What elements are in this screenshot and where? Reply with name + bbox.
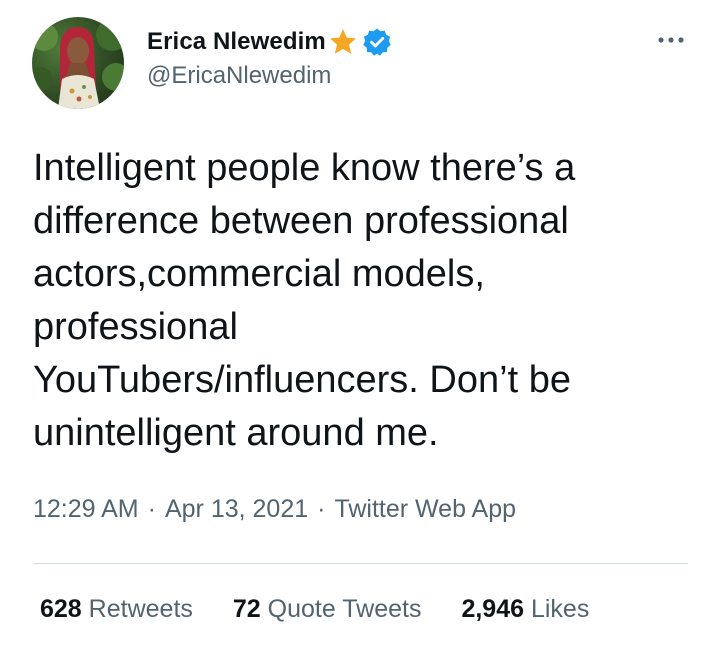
quote-tweets-label: Quote Tweets [267,595,422,623]
quote-tweets-count: 72 [232,595,268,623]
meta-separator: · [317,495,326,523]
author-name-row[interactable]: Erica Nlewedim [147,27,392,57]
tweet-text: Intelligent people know there’s a differ… [33,147,576,454]
star-emoji-icon [329,29,356,54]
likes-stat[interactable]: 2,946 Likes [461,595,589,624]
display-name[interactable]: Erica Nlewedim [147,28,326,56]
retweets-label: Retweets [88,595,193,623]
meta-separator: · [147,495,156,523]
tweet-source[interactable]: Twitter Web App [334,495,516,524]
tweet-card: Erica Nlewedim @EricaNlewedim Intelligen… [0,0,720,651]
quote-tweets-stat[interactable]: 72 Quote Tweets [233,595,422,624]
more-options-icon[interactable] [656,30,686,50]
retweets-count: 628 [40,595,89,623]
likes-label: Likes [530,595,590,623]
tweet-time[interactable]: 12:29 AM [33,495,139,524]
divider [33,563,688,564]
retweets-stat[interactable]: 628 Retweets [40,595,193,624]
likes-count: 2,946 [461,595,531,623]
tweet-date[interactable]: Apr 13, 2021 [165,495,308,524]
verified-badge-icon [363,28,391,56]
tweet-meta: 12:29 AM · Apr 13, 2021 · Twitter Web Ap… [33,495,516,524]
avatar[interactable] [32,17,124,109]
engagement-stats: 628 Retweets 72 Quote Tweets 2,946 Likes [40,595,629,624]
author-handle[interactable]: @EricaNlewedim [147,62,331,90]
profile-photo-icon [32,19,124,109]
